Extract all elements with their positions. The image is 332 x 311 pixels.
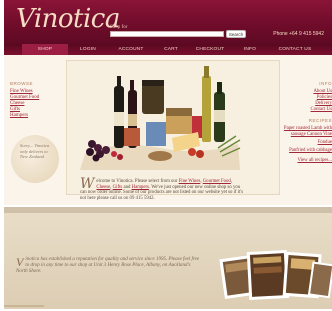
footer-dropcap: V (16, 255, 24, 269)
welcome-link-gourmet-food[interactable]: Gourmet Food (203, 179, 231, 184)
view-all-recipes-link[interactable]: View all recipes... (282, 158, 332, 164)
nav-info[interactable]: INFO (232, 44, 268, 55)
browse-heading: BROWSE (10, 81, 34, 86)
main-nav: SHOP LOGIN ACCOUNT CART CHECKOUT INFO CO… (4, 44, 332, 55)
footer-about-text: V inotica has established a reputation f… (16, 255, 202, 275)
recipe-link-cabbage[interactable]: Panfried with cabbage (282, 148, 332, 154)
phone-number: Phone +64 9 415 5942 (273, 31, 324, 37)
footer-about-body: inotica has established a reputation for… (16, 257, 200, 274)
info-sidebar: INFO About Us Policies Delivery Contact … (282, 81, 332, 164)
welcome-link-fine-wines[interactable]: Fine Wines (179, 179, 201, 184)
shop-photos-collage (219, 249, 332, 301)
info-heading: INFO (319, 81, 332, 86)
nav-contact-us[interactable]: CONTACT US (268, 44, 322, 55)
nav-checkout[interactable]: CHECKOUT (188, 44, 232, 55)
nav-login[interactable]: LOGIN (68, 44, 108, 55)
delivery-promo-text: Sorry... Vinotica only delivers to New Z… (20, 143, 50, 159)
product-display-image (80, 66, 241, 170)
shop-for-label: Shop for (110, 25, 128, 30)
welcome-intro: elcome to Vinotica. Please select from o… (96, 179, 178, 184)
sidebar-link-hampers[interactable]: Hampers (10, 113, 58, 119)
browse-sidebar: BROWSE Fine Wines Gourmet Food Cheese Gi… (10, 81, 58, 119)
welcome-link-gifts[interactable]: Gifts (113, 185, 123, 190)
search-input[interactable] (110, 31, 224, 37)
recipes-heading: RECIPES (308, 118, 332, 123)
search-button[interactable]: Search (226, 30, 246, 38)
site-header: Vinotica Shop for Search Phone +64 9 415… (4, 0, 332, 44)
site-logo[interactable]: Vinotica (16, 4, 120, 34)
recipe-link-lamb[interactable]: Paper roasted Lamb with sausage Cannon V… (282, 126, 332, 138)
footer-bottom-rule (4, 305, 44, 307)
nav-cart[interactable]: CART (154, 44, 188, 55)
welcome-link-cheese[interactable]: Cheese (96, 185, 110, 190)
sidebar-link-contact-us[interactable]: Contact Us (282, 107, 332, 113)
welcome-and: and (123, 184, 131, 190)
recipe-link-fondue[interactable]: Fondue (282, 140, 332, 146)
welcome-link-hampers[interactable]: Hampers (132, 185, 149, 190)
nav-shop[interactable]: SHOP (22, 44, 68, 55)
nav-account[interactable]: ACCOUNT (108, 44, 154, 55)
welcome-dropcap: W (80, 176, 95, 192)
welcome-text: W elcome to Vinotica. Please select from… (80, 176, 244, 201)
